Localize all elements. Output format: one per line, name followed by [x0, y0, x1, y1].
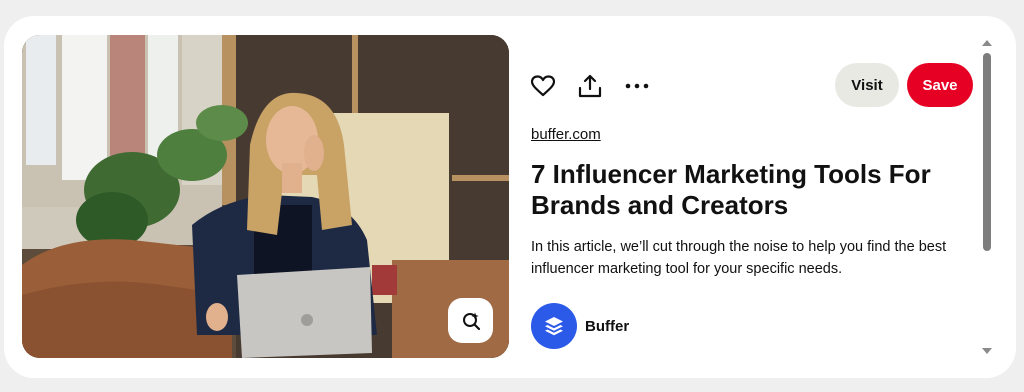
source-link[interactable]: buffer.com — [531, 126, 601, 143]
buffer-logo-icon — [545, 317, 563, 336]
avatar[interactable] — [531, 303, 577, 349]
pin-card: Visit Save buffer.com 7 Influencer Marke… — [4, 16, 1016, 378]
scrollbar-thumb[interactable] — [983, 53, 991, 251]
visual-search-button[interactable] — [448, 298, 493, 343]
more-options-button[interactable] — [624, 73, 650, 99]
author-profile[interactable]: Buffer — [531, 303, 629, 349]
author-name[interactable]: Buffer — [585, 318, 629, 335]
scroll-down-arrow-icon[interactable] — [981, 346, 993, 356]
visit-button[interactable]: Visit — [835, 63, 899, 107]
pin-photo — [22, 35, 509, 358]
visual-search-icon — [462, 312, 480, 330]
pin-actions — [530, 66, 671, 106]
pin-image[interactable] — [22, 35, 509, 358]
share-icon — [578, 74, 602, 98]
save-button[interactable]: Save — [907, 63, 973, 107]
scroll-up-arrow-icon[interactable] — [981, 38, 993, 48]
pin-description: In this article, we’ll cut through the n… — [531, 239, 947, 277]
more-icon — [625, 83, 649, 89]
share-button[interactable] — [577, 73, 603, 99]
pin-title: 7 Influencer Marketing Tools For Brands … — [531, 159, 931, 220]
like-button[interactable] — [530, 73, 556, 99]
heart-icon — [531, 75, 555, 97]
